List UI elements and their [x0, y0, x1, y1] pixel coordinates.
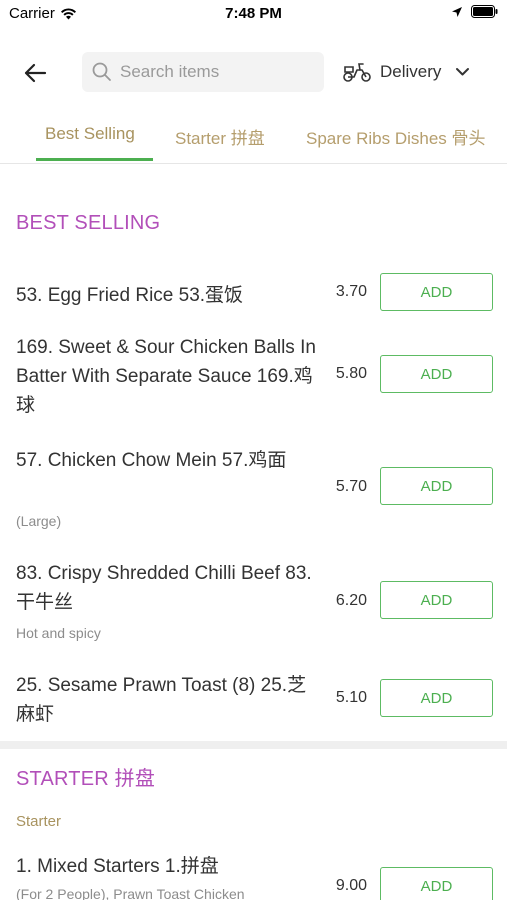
item-description: (Large): [16, 513, 62, 529]
section-title-best-selling: BEST SELLING: [16, 212, 161, 234]
item-price: 6.20: [335, 592, 367, 609]
scooter-icon: [343, 63, 371, 82]
search-input[interactable]: [120, 62, 310, 82]
search-bar[interactable]: [82, 52, 324, 92]
add-button[interactable]: ADD: [380, 273, 493, 311]
add-button[interactable]: ADD: [380, 867, 493, 900]
delivery-selector[interactable]: Delivery: [342, 54, 475, 90]
item-description: (For 2 People), Prawn Toast Chicken: [16, 886, 245, 900]
add-button[interactable]: ADD: [380, 355, 493, 393]
tab-best-selling[interactable]: Best Selling: [45, 124, 135, 144]
item-name: 169. Sweet & Sour Chicken Balls In Batte…: [16, 337, 316, 416]
arrow-left-icon: [24, 63, 47, 83]
back-button[interactable]: [18, 56, 52, 90]
tab-starter[interactable]: Starter 拼盘: [175, 124, 265, 149]
status-bar: Carrier 7:48 PM: [0, 0, 507, 30]
item-name: 53. Egg Fried Rice 53.蛋饭: [16, 285, 244, 306]
add-button[interactable]: ADD: [380, 467, 493, 505]
section-subtitle: Starter: [16, 813, 62, 830]
chevron-down-icon: [456, 68, 470, 76]
search-icon: [92, 62, 111, 81]
add-button[interactable]: ADD: [380, 581, 493, 619]
item-price: 5.80: [335, 365, 367, 382]
item-name: 83. Crispy Shredded Chilli Beef 83.干牛丝: [16, 563, 312, 613]
location-arrow-icon: [452, 6, 462, 17]
section-divider: [0, 741, 507, 749]
item-price: 5.10: [335, 689, 367, 706]
item-description: Hot and spicy: [16, 625, 101, 641]
item-price: 3.70: [335, 283, 367, 300]
item-name: 57. Chicken Chow Mein 57.鸡面: [16, 450, 287, 471]
section-title-starter: STARTER 拼盘: [16, 768, 156, 790]
battery-icon: [471, 5, 498, 18]
clock: 7:48 PM: [225, 5, 282, 22]
header: Delivery: [0, 42, 507, 102]
add-button[interactable]: ADD: [380, 679, 493, 717]
item-name: 25. Sesame Prawn Toast (8) 25.芝麻虾: [16, 675, 307, 725]
item-price: 9.00: [335, 877, 367, 894]
category-tabs: Best Selling Starter 拼盘 Spare Ribs Dishe…: [0, 110, 507, 164]
active-tab-indicator: [36, 158, 153, 161]
item-name: 1. Mixed Starters 1.拼盘: [16, 856, 219, 877]
tab-spare-ribs[interactable]: Spare Ribs Dishes 骨头: [306, 124, 486, 149]
delivery-label: Delivery: [380, 62, 442, 81]
item-price: 5.70: [335, 478, 367, 495]
